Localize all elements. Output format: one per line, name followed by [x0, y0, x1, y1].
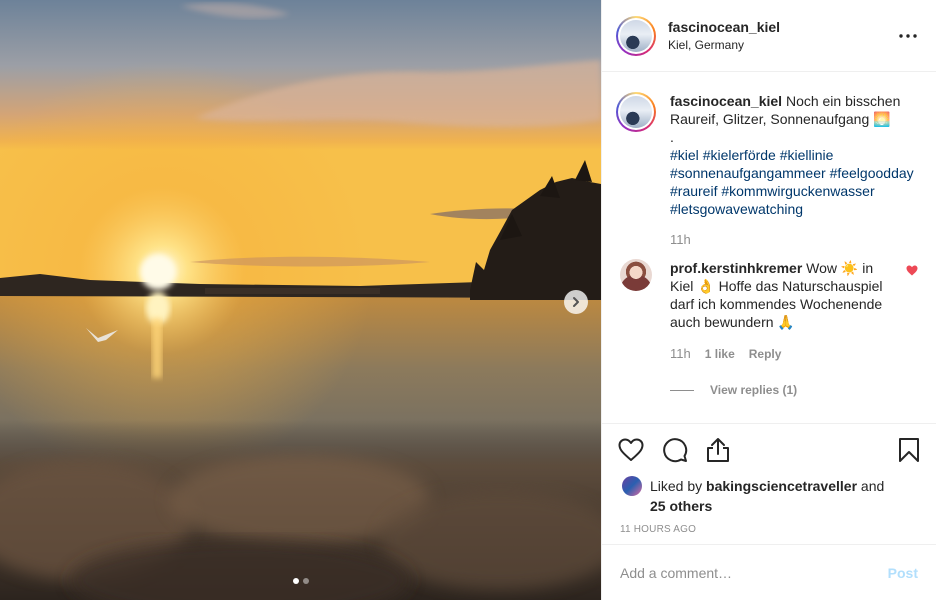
- caption-line2: Raureif, Glitzer, Sonnenaufgang: [670, 111, 870, 127]
- comment-likes[interactable]: 1 like: [705, 345, 735, 363]
- sun-emoji: ☀️: [840, 260, 859, 276]
- comment-icon: [663, 438, 688, 463]
- save-button[interactable]: [888, 434, 920, 466]
- post-location[interactable]: Kiel, Germany: [668, 38, 896, 52]
- view-replies-label: View replies (1): [710, 383, 798, 397]
- action-icons: [618, 434, 920, 466]
- comment-text: prof.kerstinhkremer Wow ☀️ in Kiel 👌 Hof…: [670, 259, 900, 331]
- hashtag[interactable]: #feelgoodday: [830, 165, 914, 181]
- share-button[interactable]: [706, 434, 738, 466]
- hashtag[interactable]: #kiel: [670, 147, 699, 163]
- commenter-username[interactable]: prof.kerstinhkremer: [670, 260, 802, 276]
- reply-button[interactable]: Reply: [749, 345, 782, 363]
- comment-input[interactable]: [620, 564, 888, 581]
- post-side-panel: fascinocean_kiel Kiel, Germany fascinoce…: [601, 0, 936, 600]
- caption-row: fascinocean_kiel Noch ein bisschen Raure…: [616, 92, 920, 247]
- post-header: fascinocean_kiel Kiel, Germany: [602, 0, 936, 72]
- sunrise-photo: [0, 0, 601, 600]
- hashtag[interactable]: #sonnenaufgangammeer: [670, 165, 826, 181]
- post-actions: Liked by bakingsciencetraveller and 25 o…: [602, 423, 936, 535]
- hashtag[interactable]: #raureif: [670, 183, 717, 199]
- caption-text: fascinocean_kiel Noch ein bisschen Raure…: [670, 92, 920, 218]
- ellipsis-icon: [899, 33, 917, 38]
- comments-section: fascinocean_kiel Noch ein bisschen Raure…: [602, 72, 936, 423]
- comment-text-part: Kiel: [670, 278, 694, 294]
- likes-others-button[interactable]: 25 others: [650, 498, 712, 514]
- instagram-post: fascinocean_kiel Kiel, Germany fascinoce…: [0, 0, 936, 600]
- commenter-avatar[interactable]: [620, 259, 652, 291]
- comment-button[interactable]: [662, 434, 694, 466]
- likes-and: and: [860, 478, 885, 494]
- likes-prefix: Liked by: [650, 478, 703, 494]
- hashtag[interactable]: #kommwirguckenwasser: [721, 183, 874, 199]
- comment-meta: 11h 1 like Reply: [670, 345, 900, 363]
- carousel-indicator: [0, 578, 601, 584]
- comment-text-part: in: [862, 260, 874, 276]
- comment-row: prof.kerstinhkremer Wow ☀️ in Kiel 👌 Hof…: [616, 259, 920, 363]
- author-username[interactable]: fascinocean_kiel: [668, 19, 896, 35]
- share-icon: [707, 438, 729, 462]
- hashtag[interactable]: #letsgowavewatching: [670, 201, 803, 217]
- caption-dot: .: [670, 129, 674, 145]
- caption-meta: 11h: [670, 232, 920, 247]
- heart-icon: [618, 438, 644, 461]
- carousel-dot-active: [292, 578, 299, 584]
- likes-text: Liked by bakingsciencetraveller and 25 o…: [650, 476, 884, 516]
- like-button[interactable]: [618, 434, 650, 466]
- post-photo[interactable]: [0, 0, 601, 600]
- caption-username[interactable]: fascinocean_kiel: [670, 93, 782, 109]
- bookmark-icon: [899, 438, 919, 462]
- liker-username[interactable]: bakingsciencetraveller: [706, 478, 857, 494]
- carousel-next-button[interactable]: [564, 290, 588, 314]
- caption-avatar[interactable]: [616, 92, 656, 132]
- chevron-right-icon: [573, 297, 579, 307]
- caption-line1: Noch ein bisschen: [785, 93, 901, 109]
- replies-divider: [670, 389, 694, 391]
- liker-avatar[interactable]: [622, 476, 642, 496]
- carousel-dot: [302, 578, 309, 584]
- sunrise-emoji: 🌅: [873, 111, 891, 127]
- likes-summary: Liked by bakingsciencetraveller and 25 o…: [618, 476, 920, 516]
- comment-text-part: Wow: [806, 260, 838, 276]
- view-replies-button[interactable]: View replies (1): [670, 383, 920, 397]
- ok-hand-emoji: 👌: [697, 278, 715, 294]
- hashtag[interactable]: #kiellinie: [780, 147, 834, 163]
- caption-time[interactable]: 11h: [670, 232, 691, 247]
- more-options-button[interactable]: [896, 24, 920, 48]
- post-timestamp[interactable]: 11 HOURS AGO: [618, 524, 920, 535]
- like-comment-button[interactable]: [906, 259, 920, 363]
- post-comment-button[interactable]: Post: [888, 565, 918, 581]
- hashtag[interactable]: #kielerförde: [703, 147, 776, 163]
- add-comment-bar: Post: [602, 544, 936, 600]
- small-heart-icon: [906, 265, 918, 276]
- pray-emoji: 🙏: [777, 314, 795, 330]
- author-avatar[interactable]: [616, 15, 656, 56]
- comment-time[interactable]: 11h: [670, 345, 691, 363]
